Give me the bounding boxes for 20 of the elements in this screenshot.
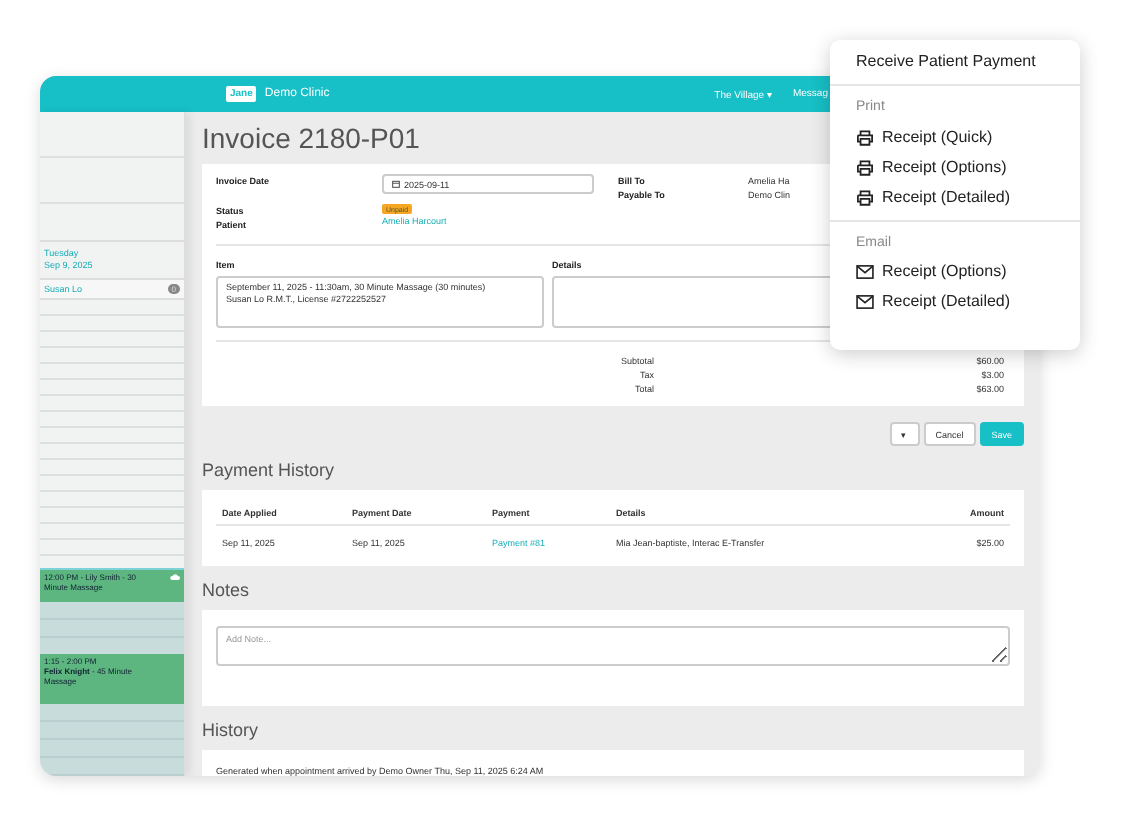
calendar-icon bbox=[392, 180, 400, 188]
envelope-icon bbox=[856, 294, 874, 311]
menu-item[interactable]: Receipt (Detailed) bbox=[882, 187, 1011, 208]
printer-icon bbox=[856, 129, 874, 146]
printer-icon bbox=[856, 189, 874, 206]
section-heading: Notes bbox=[202, 580, 252, 602]
calendar-grid bbox=[40, 704, 184, 776]
calendar-grid bbox=[40, 112, 184, 240]
menu-item[interactable]: Receipt (Options) bbox=[882, 262, 1007, 283]
section-heading: Payment History bbox=[202, 460, 337, 482]
menu-item[interactable]: Receipt (Options) bbox=[882, 157, 1007, 178]
section-heading: History bbox=[202, 720, 261, 742]
calendar-grid bbox=[40, 602, 184, 654]
cloud-icon bbox=[170, 574, 180, 580]
menu-item[interactable]: Receipt (Quick) bbox=[882, 127, 993, 148]
envelope-icon bbox=[856, 264, 874, 281]
receive-payment-item[interactable]: Receive Patient Payment bbox=[830, 40, 1080, 86]
menu-item[interactable]: Receipt (Detailed) bbox=[882, 292, 1011, 313]
printer-icon bbox=[856, 159, 874, 176]
invoice-title: Invoice 2180-P01 bbox=[202, 120, 420, 156]
